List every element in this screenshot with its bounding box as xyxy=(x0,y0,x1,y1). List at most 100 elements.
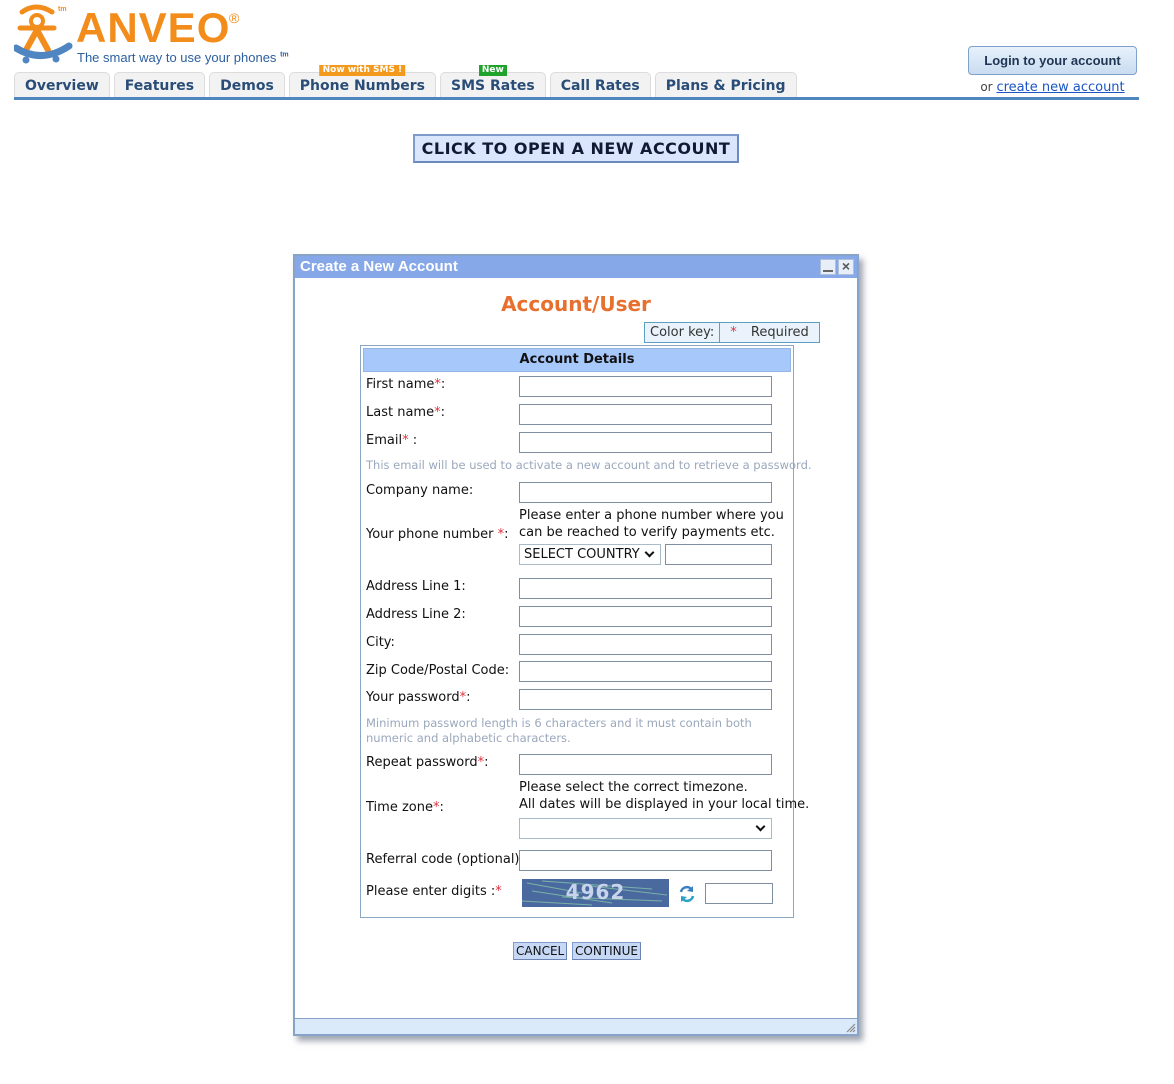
label-suffix: : xyxy=(440,377,446,392)
close-icon[interactable]: × xyxy=(838,259,854,275)
label-suffix: : xyxy=(484,755,489,770)
referral-input[interactable] xyxy=(519,850,772,871)
cancel-button[interactable]: CANCEL xyxy=(513,942,568,960)
color-key-label: Color key: xyxy=(645,323,721,342)
tab-label: Plans & Pricing xyxy=(665,78,786,94)
label-text: Last name xyxy=(366,405,435,420)
captcha-label: Please enter digits :* xyxy=(366,884,502,899)
city-row: City: xyxy=(366,632,788,656)
logo-tagline: The smart way to use your phones tm xyxy=(77,50,289,65)
captcha-digits: 4962 xyxy=(565,880,626,904)
password-hint-row: Minimum password length is 6 characters … xyxy=(366,716,788,748)
timezone-note-line2: All dates will be displayed in your loca… xyxy=(519,797,810,812)
tab-label: Overview xyxy=(25,78,99,94)
nav-divider xyxy=(14,97,1139,100)
sms-badge: Now with SMS ! xyxy=(319,65,406,76)
tab-label: Demos xyxy=(220,78,274,94)
open-new-account-button[interactable]: CLICK TO OPEN A NEW ACCOUNT xyxy=(413,134,739,163)
dialog-heading: Account/User xyxy=(501,292,651,316)
label-text: Repeat password xyxy=(366,755,478,770)
required-asterisk: * xyxy=(495,884,502,899)
email-input[interactable] xyxy=(519,432,772,453)
label-suffix: : xyxy=(439,800,444,815)
tab-sms-rates[interactable]: New SMS Rates xyxy=(440,65,546,98)
first-name-input[interactable] xyxy=(519,376,772,397)
company-row: Company name: xyxy=(366,480,788,504)
first-name-label: First name*: xyxy=(366,377,445,392)
city-input[interactable] xyxy=(519,634,772,655)
tab-phone-numbers[interactable]: Now with SMS ! Phone Numbers xyxy=(288,65,436,98)
company-label: Company name: xyxy=(366,483,474,498)
dialog-titlebar[interactable]: Create a New Account × xyxy=(295,256,857,278)
country-select-value: SELECT COUNTRY xyxy=(524,547,640,562)
repeat-password-label: Repeat password*: xyxy=(366,755,489,770)
label-suffix: : xyxy=(466,690,471,705)
color-key-required: * Required xyxy=(720,323,819,342)
tab-label: SMS Rates xyxy=(451,78,535,94)
tagline-text: The smart way to use your phones xyxy=(77,50,277,65)
color-key: Color key: * Required xyxy=(644,322,820,343)
address2-input[interactable] xyxy=(519,606,772,627)
phone-note-line2: can be reached to verify payments etc. xyxy=(519,525,775,540)
label-suffix: : xyxy=(504,527,509,542)
tab-plans-pricing[interactable]: Plans & Pricing xyxy=(654,72,797,98)
phone-note-line1: Please enter a phone number where you xyxy=(519,508,784,523)
company-input[interactable] xyxy=(519,482,772,503)
refresh-icon[interactable] xyxy=(677,884,697,904)
password-hint: Minimum password length is 6 characters … xyxy=(366,716,752,745)
repeat-password-row: Repeat password*: xyxy=(366,752,788,776)
address1-label: Address Line 1: xyxy=(366,579,466,594)
last-name-label: Last name*: xyxy=(366,405,445,420)
captcha-row: Please enter digits :* 4962 xyxy=(366,878,788,910)
referral-row: Referral code (optional): xyxy=(366,848,788,872)
last-name-input[interactable] xyxy=(519,404,772,425)
or-text: or xyxy=(980,80,993,94)
address1-row: Address Line 1: xyxy=(366,576,788,600)
main-nav: Overview Features Demos Now with SMS ! P… xyxy=(14,65,797,98)
tab-overview[interactable]: Overview xyxy=(14,72,110,98)
label-text: Email xyxy=(366,433,403,448)
tab-demos[interactable]: Demos xyxy=(209,72,285,98)
continue-button[interactable]: CONTINUE xyxy=(572,942,642,960)
phone-number-input[interactable] xyxy=(665,544,772,565)
tagline-tm: tm xyxy=(280,51,289,59)
login-button[interactable]: Login to your account xyxy=(968,46,1137,75)
first-name-row: First name*: xyxy=(366,374,788,398)
tab-label: Call Rates xyxy=(560,78,640,94)
tab-call-rates[interactable]: Call Rates xyxy=(549,72,651,98)
captcha-input[interactable] xyxy=(705,883,773,904)
email-hint-row: This email will be used to activate a ne… xyxy=(366,458,812,474)
new-badge: New xyxy=(478,65,507,76)
label-text: Please enter digits : xyxy=(366,884,496,899)
label-text: Your password xyxy=(366,690,460,705)
city-label: City: xyxy=(366,635,395,650)
zip-label: Zip Code/Postal Code: xyxy=(366,663,510,678)
create-account-row: or create new account xyxy=(968,80,1137,95)
resize-grip-icon[interactable] xyxy=(844,1021,856,1033)
timezone-row: Time zone*: Please select the correct ti… xyxy=(366,780,809,842)
tab-features[interactable]: Features xyxy=(113,72,206,98)
account-details-form: Account Details First name*: Last name*:… xyxy=(360,345,812,918)
label-suffix: : xyxy=(440,405,445,420)
logo-person-icon xyxy=(14,4,73,64)
referral-label: Referral code (optional): xyxy=(366,852,524,867)
address1-input[interactable] xyxy=(519,578,772,599)
tab-label: Features xyxy=(124,78,195,94)
label-text: Your phone number xyxy=(366,527,498,542)
zip-row: Zip Code/Postal Code: xyxy=(366,659,788,683)
repeat-password-input[interactable] xyxy=(519,754,772,775)
country-select[interactable]: SELECT COUNTRY xyxy=(519,544,661,565)
required-text: Required xyxy=(750,325,809,340)
timezone-select[interactable] xyxy=(519,818,772,839)
chevron-down-icon xyxy=(755,821,766,832)
chevron-down-icon xyxy=(644,547,655,558)
create-account-link[interactable]: create new account xyxy=(996,80,1124,95)
email-row: Email* : xyxy=(366,430,788,454)
zip-input[interactable] xyxy=(519,661,772,682)
email-hint: This email will be used to activate a ne… xyxy=(366,458,812,472)
anveo-logo[interactable]: tm ANVEO ® The smart way to use your pho… xyxy=(14,4,304,66)
logo-wordmark: ANVEO xyxy=(76,4,231,51)
minimize-icon[interactable] xyxy=(820,259,836,275)
password-input[interactable] xyxy=(519,689,772,710)
timezone-label: Time zone*: xyxy=(366,800,444,815)
